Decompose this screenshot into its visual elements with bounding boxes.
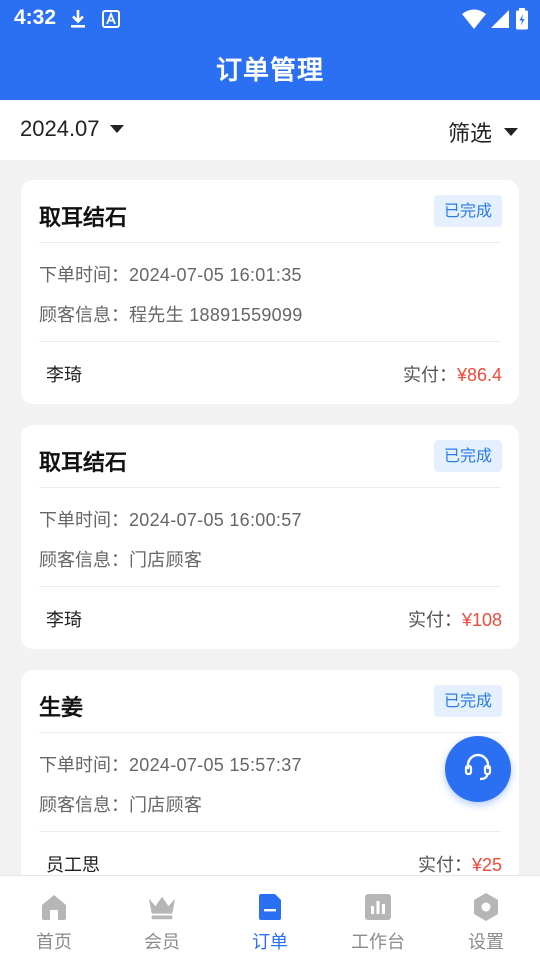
app-header: 4:32 订单管理 (0, 0, 540, 100)
order-time-value: 2024-07-05 15:57:37 (129, 755, 302, 775)
divider (39, 341, 501, 342)
order-card[interactable]: 取耳结石 已完成 下单时间：2024-07-05 16:00:57 顾客信息：门… (21, 425, 519, 649)
caret-down-icon (504, 128, 518, 136)
chart-icon (363, 892, 393, 922)
customer-value: 程先生 18891559099 (129, 305, 303, 325)
home-icon (39, 892, 69, 922)
paid-amount-row: 实付：¥86.4 (403, 361, 502, 387)
customer-label: 顾客信息： (39, 550, 129, 571)
customer-label: 顾客信息： (39, 305, 129, 326)
paid-amount: ¥86.4 (456, 365, 502, 385)
divider (39, 487, 501, 488)
staff-name: 李琦 (46, 365, 82, 386)
order-icon (255, 892, 285, 922)
battery-icon (514, 8, 530, 30)
order-item-name: 取耳结石 (39, 206, 128, 231)
customer-row: 顾客信息：门店顾客 (39, 546, 202, 572)
status-badge: 已完成 (434, 440, 502, 472)
order-card[interactable]: 取耳结石 已完成 下单时间：2024-07-05 16:01:35 顾客信息：程… (21, 180, 519, 404)
month-value: 2024.07 (20, 116, 100, 141)
paid-label: 实付： (402, 365, 457, 386)
order-time-row: 下单时间：2024-07-05 16:00:57 (39, 506, 302, 532)
crown-icon (147, 892, 177, 922)
download-icon (67, 8, 89, 30)
customer-value: 门店顾客 (129, 795, 203, 815)
filter-label: 筛选 (447, 122, 492, 147)
nav-member[interactable]: 会员 (108, 876, 216, 960)
order-time-label: 下单时间： (39, 510, 129, 531)
bottom-nav: 首页 会员 订单 工作台 设置 (0, 875, 540, 960)
customer-label: 顾客信息： (39, 795, 129, 816)
nav-settings[interactable]: 设置 (432, 876, 540, 960)
order-time-row: 下单时间：2024-07-05 16:01:35 (39, 261, 302, 287)
nav-orders-label: 订单 (252, 932, 288, 953)
caret-down-icon (109, 125, 124, 133)
nav-home-label: 首页 (36, 932, 72, 953)
customer-service-button[interactable] (445, 736, 511, 802)
headset-icon (461, 750, 495, 788)
order-item-name: 取耳结石 (39, 451, 128, 476)
paid-amount: ¥108 (461, 610, 502, 630)
order-time-label: 下单时间： (39, 265, 129, 286)
order-time-value: 2024-07-05 16:01:35 (129, 265, 302, 285)
nav-settings-label: 设置 (468, 932, 504, 953)
paid-label: 实付： (407, 610, 462, 631)
status-badge: 已完成 (434, 685, 502, 717)
divider (39, 831, 501, 832)
status-bar: 4:32 (0, 0, 540, 38)
filter-button[interactable]: 筛选 (448, 116, 518, 148)
divider (39, 732, 501, 733)
status-time: 4:32 (14, 6, 57, 29)
customer-value: 门店顾客 (129, 550, 203, 570)
wifi-icon (461, 8, 487, 30)
nav-home[interactable]: 首页 (0, 876, 108, 960)
staff-name: 员工思 (46, 855, 100, 875)
settings-icon (471, 892, 501, 922)
divider (39, 586, 501, 587)
paid-amount: ¥25 (471, 855, 502, 875)
paid-amount-row: 实付：¥108 (408, 606, 502, 632)
nav-member-label: 会员 (144, 932, 180, 953)
status-badge: 已完成 (434, 195, 502, 227)
paid-label: 实付： (417, 855, 472, 875)
page-title: 订单管理 (215, 56, 324, 86)
order-time-label: 下单时间： (39, 755, 129, 776)
nav-orders[interactable]: 订单 (216, 876, 324, 960)
customer-row: 顾客信息：门店顾客 (39, 791, 202, 817)
order-time-row: 下单时间：2024-07-05 15:57:37 (39, 751, 302, 777)
filter-bar: 2024.07 筛选 (0, 100, 540, 160)
divider (39, 242, 501, 243)
paid-amount-row: 实付：¥25 (418, 851, 502, 875)
nav-workbench-label: 工作台 (351, 932, 405, 953)
order-item-name: 生姜 (39, 696, 84, 721)
customer-row: 顾客信息：程先生 18891559099 (39, 301, 303, 327)
signal-icon (489, 8, 511, 30)
order-time-value: 2024-07-05 16:00:57 (129, 510, 302, 530)
month-selector[interactable]: 2024.07 (20, 116, 124, 142)
app-a-icon (100, 8, 122, 30)
nav-workbench[interactable]: 工作台 (324, 876, 432, 960)
staff-name: 李琦 (46, 610, 82, 631)
